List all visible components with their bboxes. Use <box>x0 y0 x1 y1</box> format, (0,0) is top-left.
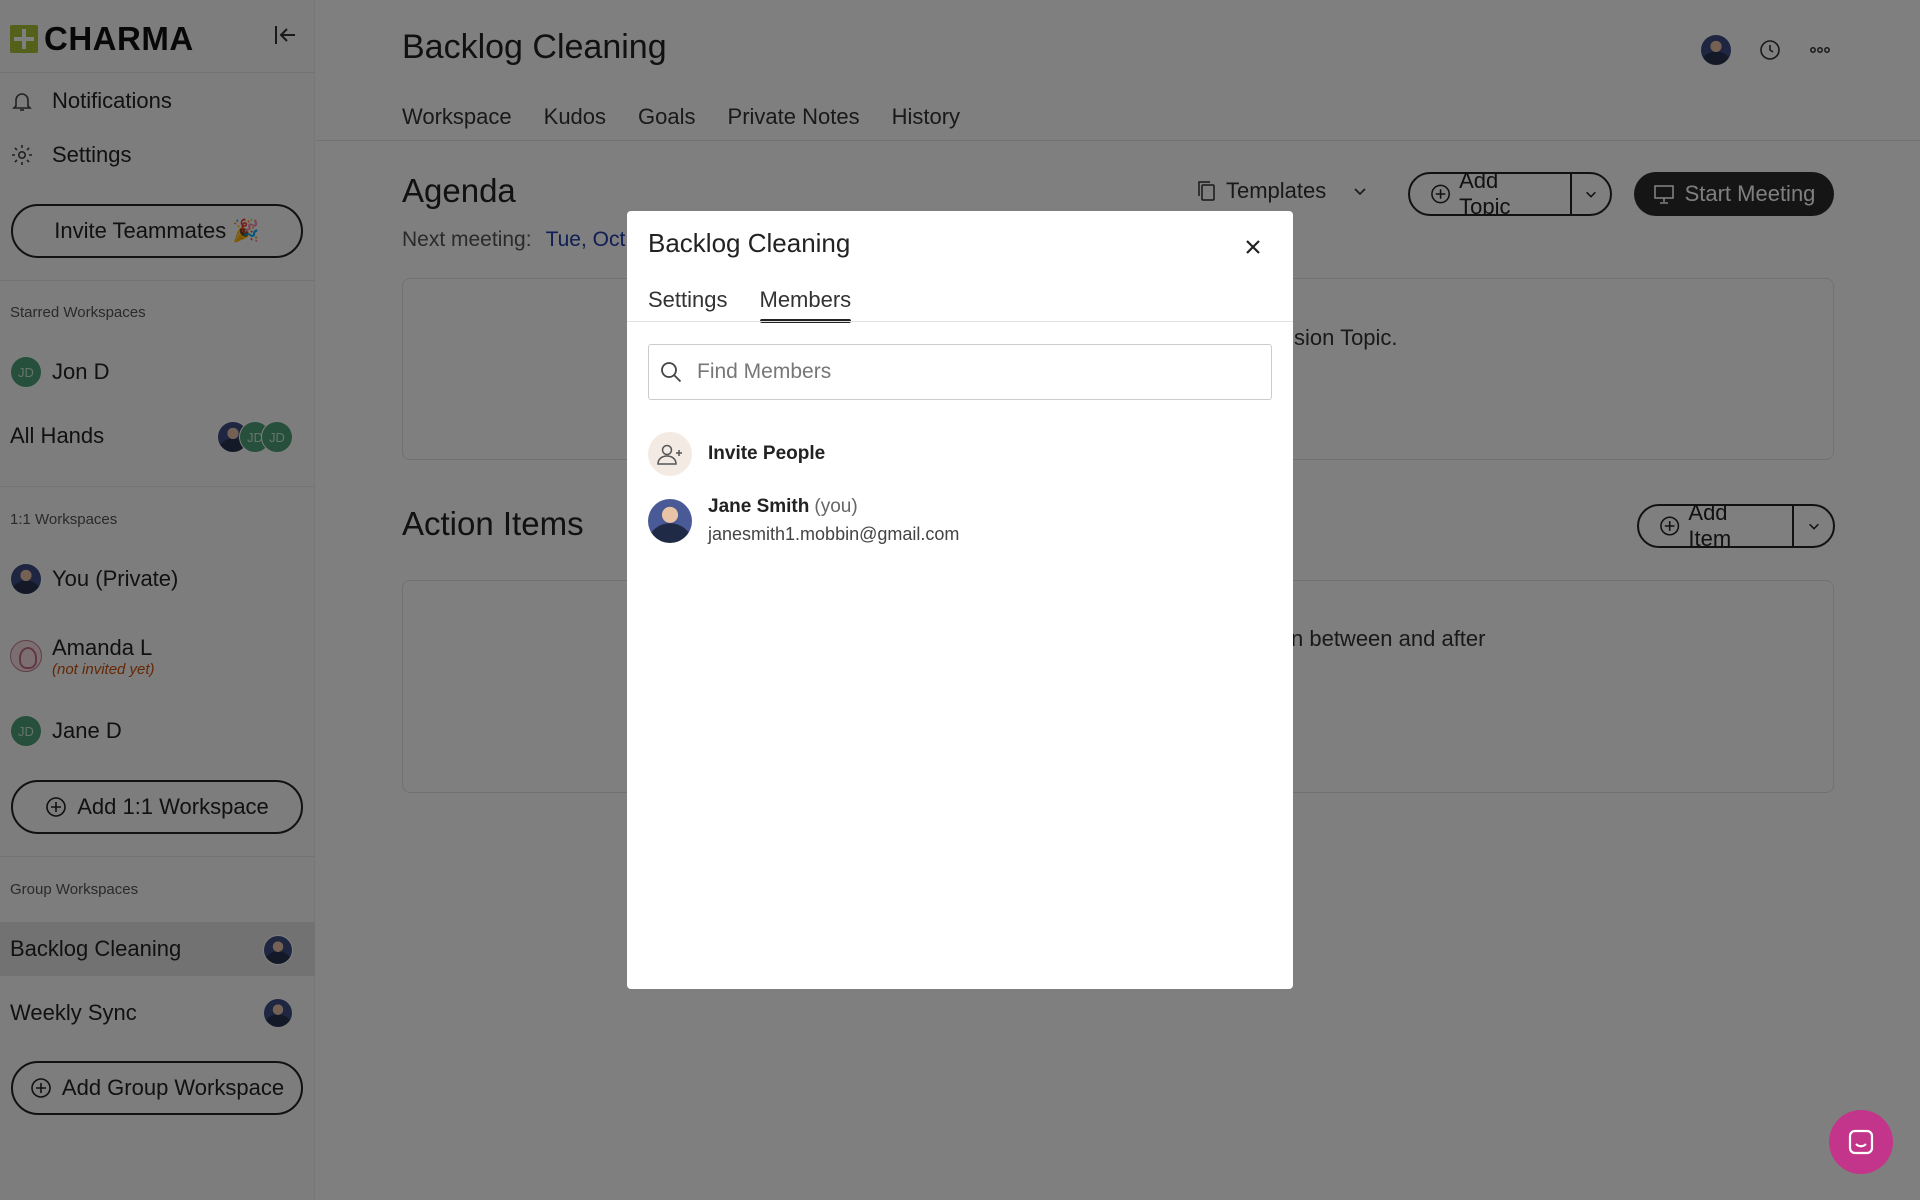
modal-title: Backlog Cleaning <box>648 228 851 258</box>
workspace-settings-modal: Backlog Cleaning Settings Members Invite… <box>627 211 1293 989</box>
avatar <box>648 498 692 543</box>
add-user-icon <box>648 432 692 476</box>
member-email: janesmith1.mobbin@gmail.com <box>708 524 960 544</box>
invite-people-label: Invite People <box>708 443 826 464</box>
chat-icon <box>1848 1129 1874 1155</box>
divider <box>627 321 1293 322</box>
find-members-field <box>648 344 1272 400</box>
member-row: Jane Smith (you) janesmith1.mobbin@gmail.… <box>648 496 959 545</box>
member-name: Jane Smith <box>708 496 810 517</box>
modal-tabs: Settings Members <box>648 287 851 323</box>
tab-settings[interactable]: Settings <box>648 287 728 319</box>
search-icon <box>661 362 682 383</box>
close-icon[interactable] <box>1241 235 1265 259</box>
tab-members[interactable]: Members <box>759 287 851 323</box>
chat-launcher-button[interactable] <box>1829 1110 1893 1174</box>
member-tag: (you) <box>814 496 858 517</box>
search-input[interactable] <box>697 360 1257 384</box>
invite-people-row[interactable]: Invite People <box>648 432 825 476</box>
